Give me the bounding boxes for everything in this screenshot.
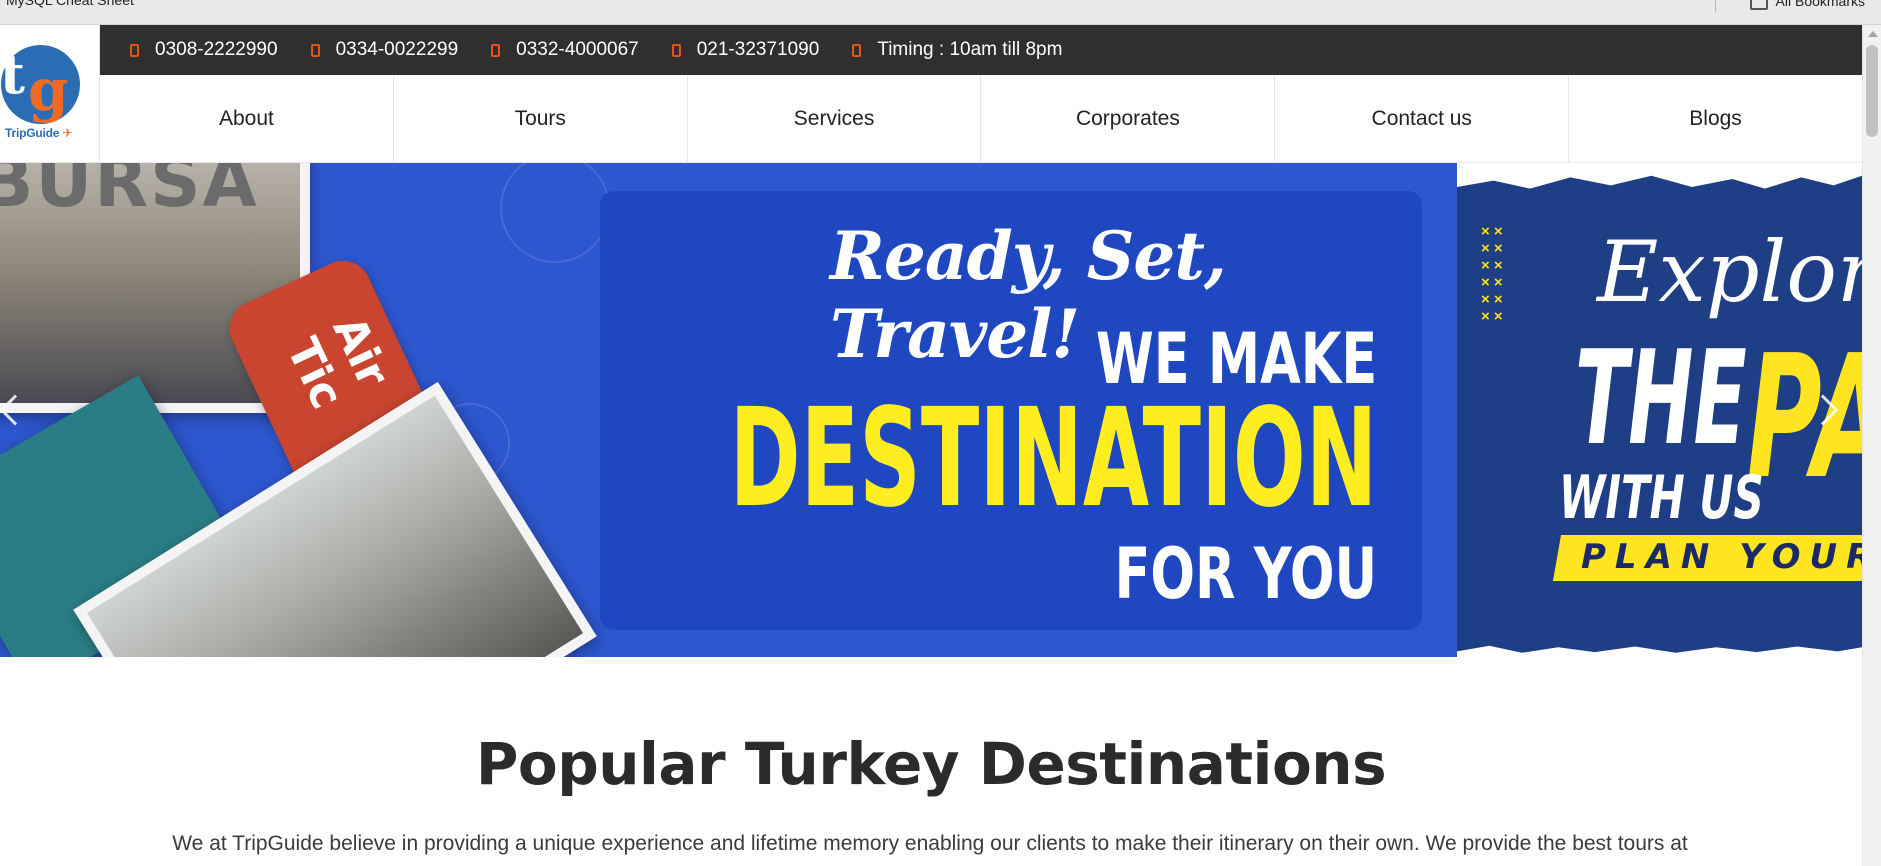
the-big-text: THE (1575, 322, 1747, 474)
bookmark-mysql-cheat-sheet[interactable]: MySQL Cheat Sheet (6, 0, 134, 8)
scroll-thumb[interactable] (1866, 45, 1878, 137)
nav-item-about[interactable]: About (100, 75, 394, 162)
plane-icon: ✈ (59, 126, 73, 140)
nav-item-corporates[interactable]: Corporates (981, 75, 1276, 162)
folder-icon (1749, 0, 1768, 10)
section-description: We at TripGuide believe in providing a u… (172, 832, 1688, 855)
pa-big-text: PA (1747, 319, 1862, 517)
contact-phone-2[interactable]: 0334-0022299 (310, 39, 459, 61)
contact-topbar: 0308-2222990 0334-0022299 0332-4000067 0… (100, 25, 1862, 75)
main-nav: About Tours Services Corporates Contact … (100, 75, 1862, 163)
hero-slide-next[interactable]: × ×× ×× ×× ×× ×× × Explore THE PA WITH U… (1457, 163, 1862, 657)
bookmark-divider (1715, 0, 1716, 12)
hero-slider: BURSA Air Tic Ready, Set, Travel! WE MAK… (0, 163, 1862, 657)
logo-mark-t: t (0, 42, 25, 106)
bursa-sign-text: BURSA (0, 163, 259, 223)
contact-phone-3-label: 0332-4000067 (516, 39, 639, 60)
torn-paper-bottom (1457, 645, 1862, 657)
all-bookmarks-label: All Bookmarks (1775, 0, 1865, 9)
nav-item-tours[interactable]: Tours (394, 75, 688, 162)
phone-icon (310, 43, 320, 57)
clock-icon (852, 43, 862, 57)
torn-paper-top (1457, 163, 1862, 189)
hero-slide-active[interactable]: BURSA Air Tic Ready, Set, Travel! WE MAK… (0, 163, 1457, 657)
hero-headline-line2: DESTINATION (729, 380, 1377, 538)
all-bookmarks-button[interactable]: All Bookmarks (1749, 0, 1865, 10)
x-pattern-decoration: × × × × × × × × × × × × (1481, 223, 1503, 325)
contact-phone-1-label: 0308-2222990 (155, 39, 278, 60)
contact-timing: Timing : 10am till 8pm (852, 39, 1062, 61)
nav-item-blogs[interactable]: Blogs (1569, 75, 1862, 162)
with-us-text: WITH US (1559, 463, 1764, 533)
phone-icon (671, 43, 681, 57)
logo-brand-name: TripGuide (5, 126, 60, 140)
nav-item-contact-us[interactable]: Contact us (1275, 75, 1570, 162)
page: t g TripGuide ✈ 0308-2222990 0334-002229… (0, 25, 1862, 866)
page-scrollbar[interactable] (1862, 25, 1881, 866)
explore-script-text: Explore (1597, 223, 1862, 321)
section-title: Popular Turkey Destinations (475, 730, 1387, 798)
photo-collage: BURSA Air Tic (0, 163, 630, 657)
phone-icon (491, 43, 501, 57)
logo-mark-g: g (28, 56, 69, 124)
nav-item-services[interactable]: Services (688, 75, 982, 162)
contact-phone-4-label: 021-32371090 (696, 39, 820, 60)
phone-icon (130, 43, 139, 57)
plan-your-trip-text: PLAN YOUR T (1581, 537, 1862, 577)
contact-phone-2-label: 0334-0022299 (335, 39, 459, 60)
logo-brand-text: TripGuide ✈ (5, 126, 72, 140)
contact-phone-3[interactable]: 0332-4000067 (491, 39, 639, 61)
scroll-up-arrow-icon[interactable] (1868, 31, 1878, 37)
contact-phone-4[interactable]: 021-32371090 (671, 39, 820, 61)
bookmark-bar: MySQL Cheat Sheet All Bookmarks (0, 0, 1881, 25)
contact-timing-label: Timing : 10am till 8pm (877, 39, 1063, 60)
hero-headline-line3: FOR YOU (1114, 533, 1377, 615)
site-logo[interactable]: t g TripGuide ✈ (0, 25, 100, 163)
contact-phone-1[interactable]: 0308-2222990 (130, 39, 278, 61)
